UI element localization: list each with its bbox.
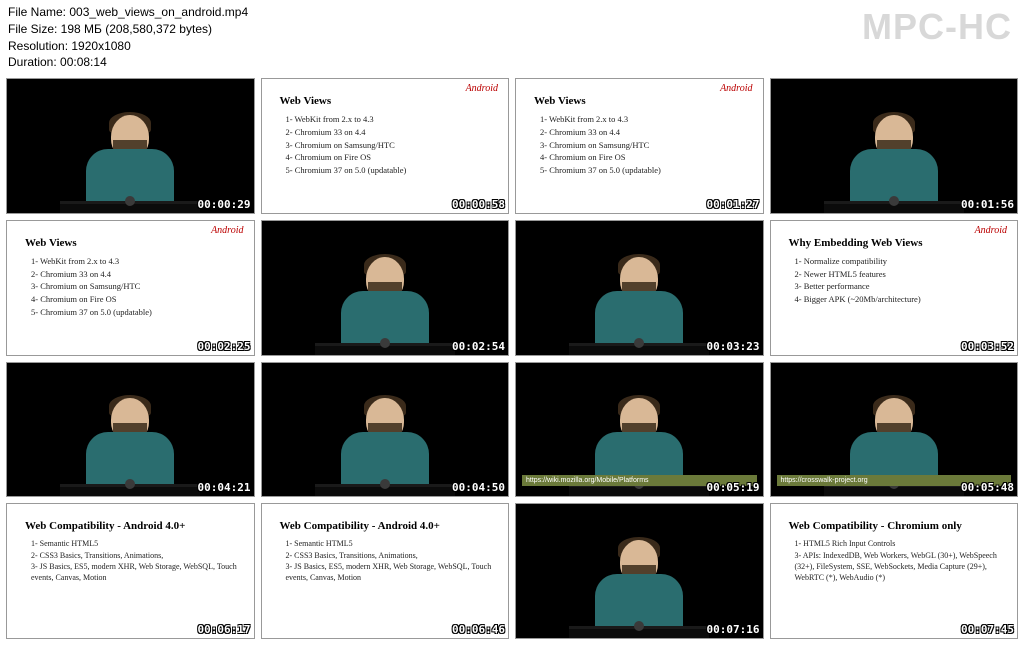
slide-list-item: 3- Chromium on Samsung/HTC <box>31 280 244 293</box>
slide-list: 1- HTML5 Rich Input Controls3- APIs: Ind… <box>795 538 1008 583</box>
timestamp: 00:00:58 <box>452 198 505 211</box>
slide-title: Web Compatibility - Android 4.0+ <box>25 520 244 532</box>
timestamp: 00:03:23 <box>707 340 760 353</box>
thumb-14[interactable]: Web Compatibility - Android 4.0+ 1- Sema… <box>261 503 510 639</box>
thumbnail-grid: 00:00:29 Android Web Views 1- WebKit fro… <box>0 75 1024 645</box>
slide-list-item: 3- APIs: IndexedDB, Web Workers, WebGL (… <box>795 550 1008 584</box>
timestamp: 00:05:48 <box>961 481 1014 494</box>
slide-title: Web Views <box>280 95 499 107</box>
slide-list-item: 2- Chromium 33 on 4.4 <box>286 126 499 139</box>
slide-list: 1- WebKit from 2.x to 4.32- Chromium 33 … <box>31 255 244 319</box>
slide-list-item: 4- Chromium on Fire OS <box>540 151 753 164</box>
thumb-5[interactable]: Android Web Views 1- WebKit from 2.x to … <box>6 220 255 356</box>
slide-list-item: 2- CSS3 Basics, Transitions, Animations, <box>286 550 499 561</box>
slide-list-item: 1- Normalize compatibility <box>795 255 1008 268</box>
slide-list: 1- WebKit from 2.x to 4.32- Chromium 33 … <box>540 113 753 177</box>
timestamp: 00:06:46 <box>452 623 505 636</box>
timestamp: 00:01:27 <box>707 198 760 211</box>
timestamp: 00:02:54 <box>452 340 505 353</box>
slide-list-item: 2- Newer HTML5 features <box>795 268 1008 281</box>
slide-list-item: 2- Chromium 33 on 4.4 <box>540 126 753 139</box>
slide-list-item: 5- Chromium 37 on 5.0 (updatable) <box>540 164 753 177</box>
thumb-1[interactable]: 00:00:29 <box>6 78 255 214</box>
slide-list-item: 1- Semantic HTML5 <box>286 538 499 549</box>
slide-list-item: 4- Chromium on Fire OS <box>286 151 499 164</box>
app-brand: MPC-HC <box>862 6 1012 48</box>
slide-list-item: 3- Chromium on Samsung/HTC <box>286 139 499 152</box>
timestamp: 00:04:21 <box>198 481 251 494</box>
thumb-3[interactable]: Android Web Views 1- WebKit from 2.x to … <box>515 78 764 214</box>
timestamp: 00:01:56 <box>961 198 1014 211</box>
thumb-11[interactable]: https://wiki.mozilla.org/Mobile/Platform… <box>515 362 764 498</box>
timestamp: 00:02:25 <box>198 340 251 353</box>
timestamp: 00:06:17 <box>198 623 251 636</box>
duration: Duration: 00:08:14 <box>8 54 1016 71</box>
timestamp: 00:07:45 <box>961 623 1014 636</box>
thumb-13[interactable]: Web Compatibility - Android 4.0+ 1- Sema… <box>6 503 255 639</box>
thumb-6[interactable]: 00:02:54 <box>261 220 510 356</box>
slide-list-item: 1- WebKit from 2.x to 4.3 <box>540 113 753 126</box>
slide-list-item: 1- HTML5 Rich Input Controls <box>795 538 1008 549</box>
slide-list: 1- Semantic HTML52- CSS3 Basics, Transit… <box>31 538 244 583</box>
slide-list-item: 3- Chromium on Samsung/HTC <box>540 139 753 152</box>
thumb-10[interactable]: 00:04:50 <box>261 362 510 498</box>
slide-title: Web Compatibility - Android 4.0+ <box>280 520 499 532</box>
timestamp: 00:04:50 <box>452 481 505 494</box>
slide-list-item: 1- Semantic HTML5 <box>31 538 244 549</box>
slide-tag: Android <box>211 225 243 236</box>
timestamp: 00:00:29 <box>198 198 251 211</box>
slide-list-item: 1- WebKit from 2.x to 4.3 <box>31 255 244 268</box>
slide-title: Why Embedding Web Views <box>789 237 1008 249</box>
timestamp: 00:07:16 <box>707 623 760 636</box>
thumb-12[interactable]: https://crosswalk-project.org 00:05:48 <box>770 362 1019 498</box>
slide-list-item: 3- JS Basics, ES5, modern XHR, Web Stora… <box>31 561 244 583</box>
timestamp: 00:03:52 <box>961 340 1014 353</box>
timestamp: 00:05:19 <box>707 481 760 494</box>
thumb-9[interactable]: 00:04:21 <box>6 362 255 498</box>
slide-list-item: 2- Chromium 33 on 4.4 <box>31 268 244 281</box>
slide-title: Web Views <box>534 95 753 107</box>
thumb-8[interactable]: Android Why Embedding Web Views 1- Norma… <box>770 220 1019 356</box>
slide-list-item: 3- Better performance <box>795 280 1008 293</box>
thumb-7[interactable]: 00:03:23 <box>515 220 764 356</box>
slide-list-item: 5- Chromium 37 on 5.0 (updatable) <box>31 306 244 319</box>
slide-list-item: 4- Chromium on Fire OS <box>31 293 244 306</box>
slide-tag: Android <box>975 225 1007 236</box>
slide-list-item: 3- JS Basics, ES5, modern XHR, Web Stora… <box>286 561 499 583</box>
slide-list-item: 2- CSS3 Basics, Transitions, Animations, <box>31 550 244 561</box>
slide-title: Web Compatibility - Chromium only <box>789 520 1008 532</box>
thumb-2[interactable]: Android Web Views 1- WebKit from 2.x to … <box>261 78 510 214</box>
slide-list-item: 4- Bigger APK (~20Mb/architecture) <box>795 293 1008 306</box>
slide-title: Web Views <box>25 237 244 249</box>
thumb-15[interactable]: 00:07:16 <box>515 503 764 639</box>
thumb-4[interactable]: 00:01:56 <box>770 78 1019 214</box>
slide-list: 1- Semantic HTML52- CSS3 Basics, Transit… <box>286 538 499 583</box>
slide-list-item: 5- Chromium 37 on 5.0 (updatable) <box>286 164 499 177</box>
thumb-16[interactable]: Web Compatibility - Chromium only 1- HTM… <box>770 503 1019 639</box>
slide-list: 1- Normalize compatibility2- Newer HTML5… <box>795 255 1008 306</box>
slide-tag: Android <box>720 83 752 94</box>
slide-list-item: 1- WebKit from 2.x to 4.3 <box>286 113 499 126</box>
slide-list: 1- WebKit from 2.x to 4.32- Chromium 33 … <box>286 113 499 177</box>
slide-tag: Android <box>466 83 498 94</box>
